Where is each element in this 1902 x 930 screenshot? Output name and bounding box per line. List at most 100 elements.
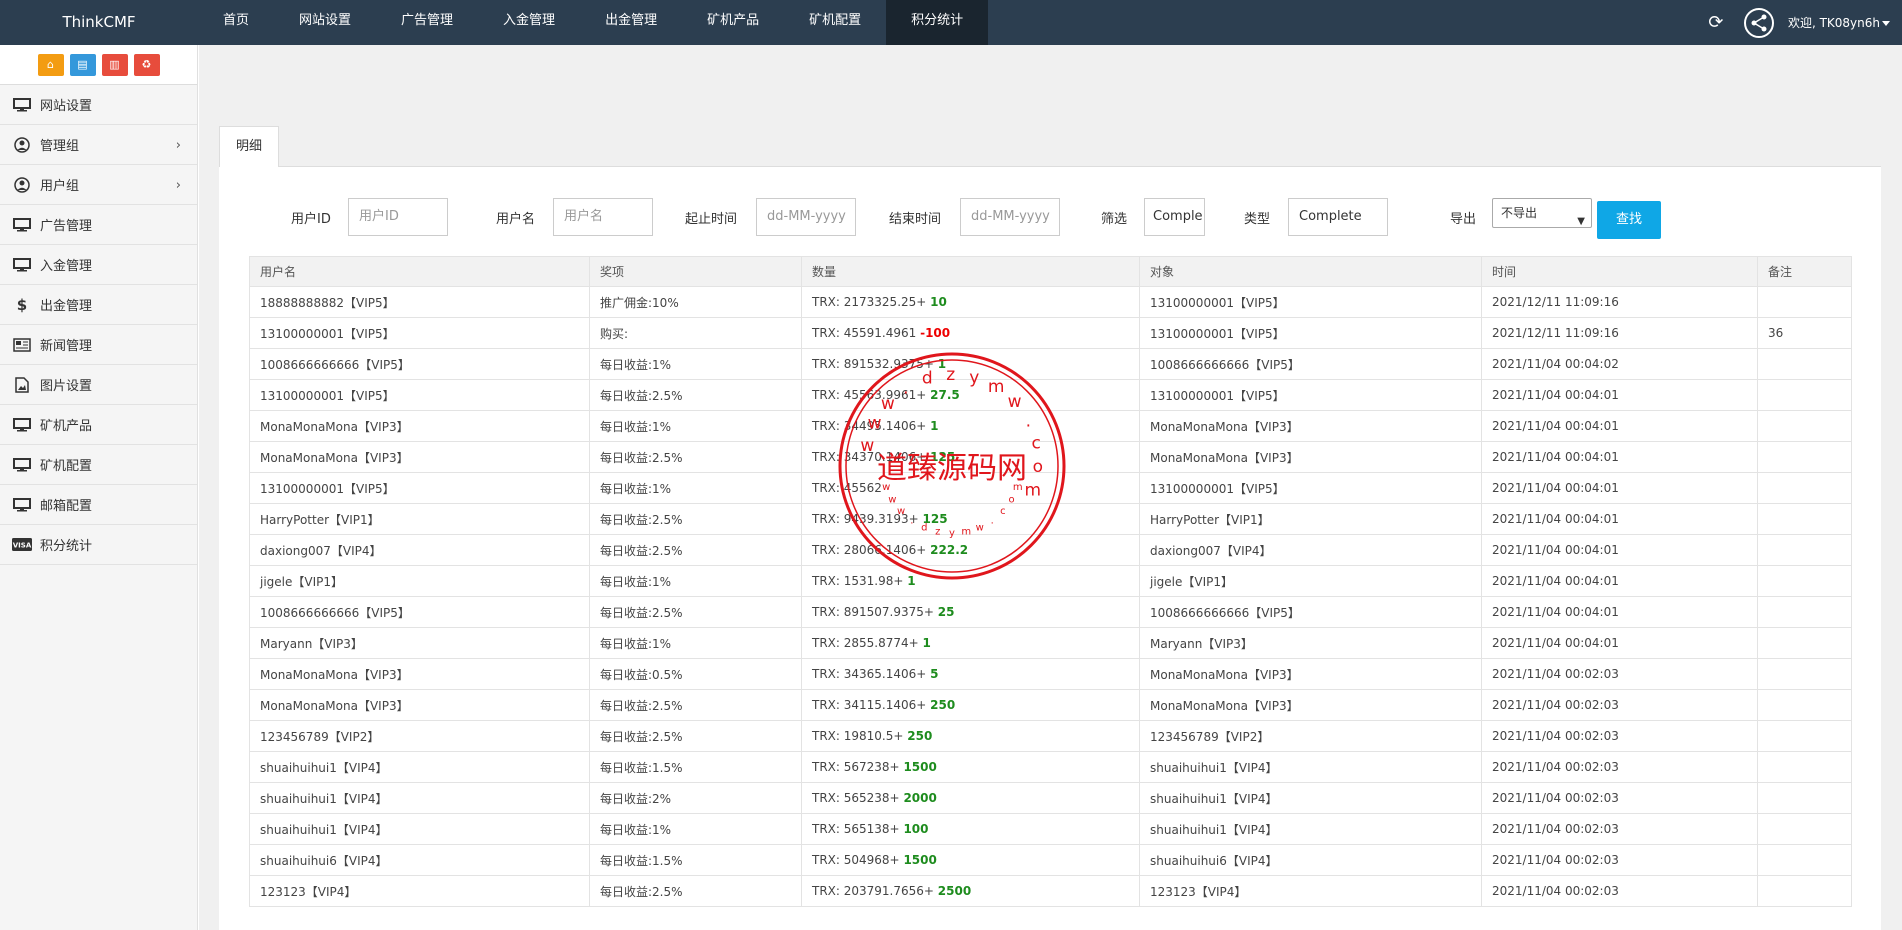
sidebar-item-0[interactable]: 网站设置 (0, 85, 197, 125)
table-row[interactable]: 13100000001【VIP5】 每日收益:1% TRX: 45562 131000… (249, 472, 1852, 504)
cell-user: 13100000001【VIP5】 (249, 379, 590, 411)
cell-target: shuaihuihui1【VIP4】 (1139, 782, 1482, 814)
nav-item-2[interactable]: 广告管理 (376, 0, 478, 45)
export-select[interactable]: 不导出 ▼ (1492, 198, 1592, 228)
nav-item-5[interactable]: 矿机产品 (682, 0, 784, 45)
cell-amount: TRX: 19810.5+ 250 (801, 720, 1140, 752)
sidebar-item-11[interactable]: VISA 积分统计 (0, 525, 197, 565)
table-row[interactable]: jigele【VIP1】 每日收益:1% TRX: 1531.98+ 1 jigele… (249, 565, 1852, 597)
sidebar: ⌂ ▤ ▥ ♻ 网站设置 管理组 › 用户组 › 广告管理入金管理 $ 出金管理 新闻管理图片设… (0, 45, 198, 930)
home-shortcut-button[interactable]: ⌂ (37, 53, 64, 76)
nav-item-6[interactable]: 矿机配置 (784, 0, 886, 45)
type-input[interactable]: Complete (1288, 198, 1388, 236)
user-id-input[interactable]: 用户ID (348, 198, 448, 236)
amount-base: TRX: 2855.8774+ (812, 636, 923, 650)
table-row[interactable]: 1008666666666【VIP5】 每日收益:2.5% TRX: 891507.… (249, 596, 1852, 628)
cell-target: HarryPotter【VIP1】 (1139, 503, 1482, 535)
table-row[interactable]: shuaihuihui1【VIP4】 每日收益:1% TRX: 565138+ 10… (249, 813, 1852, 845)
trash-icon: ▥ (109, 58, 120, 71)
amount-base: TRX: 203791.7656+ (812, 884, 938, 898)
cell-note (1757, 503, 1852, 535)
monitor-icon (12, 257, 32, 273)
avatar[interactable] (1743, 7, 1774, 38)
nav-item-1[interactable]: 网站设置 (274, 0, 376, 45)
cell-note (1757, 813, 1852, 845)
recycle-shortcut-button[interactable]: ♻ (133, 53, 160, 76)
sidebar-item-10[interactable]: 邮箱配置 (0, 485, 197, 525)
nav-item-0[interactable]: 首页 (198, 0, 274, 45)
cell-time: 2021/11/04 00:02:03 (1481, 875, 1758, 907)
filter-label: 筛选 (1101, 212, 1128, 227)
sidebar-menu: 网站设置 管理组 › 用户组 › 广告管理入金管理 $ 出金管理 新闻管理图片设置矿机产品 矿机配… (0, 85, 197, 565)
cell-target: jigele【VIP1】 (1139, 565, 1482, 597)
cell-time: 2021/11/04 00:02:03 (1481, 844, 1758, 876)
cell-award: 每日收益:2% (589, 782, 802, 814)
sidebar-item-3[interactable]: 广告管理 (0, 205, 197, 245)
user-circle-icon (12, 136, 32, 153)
amount-delta: 1 (937, 357, 947, 371)
username-input[interactable]: 用户名 (553, 198, 653, 236)
table-row[interactable]: daxiong007【VIP4】 每日收益:2.5% TRX: 28066.1406… (249, 534, 1852, 566)
table-row[interactable]: 123456789【VIP2】 每日收益:2.5% TRX: 19810.5+ 25… (249, 720, 1852, 752)
user-menu[interactable]: 欢迎, TK08yn6h (1788, 14, 1890, 31)
cell-user: 1008666666666【VIP5】 (249, 596, 590, 628)
cell-award: 每日收益:2.5% (589, 503, 802, 535)
search-button[interactable]: 查找 (1597, 201, 1661, 239)
amount-delta: 1 (922, 636, 931, 650)
sidebar-item-5[interactable]: $ 出金管理 (0, 285, 197, 325)
cell-award: 每日收益:1.5% (589, 751, 802, 783)
table-row[interactable]: 18888888882【VIP5】 推广佣金:10% TRX: 2173325.25… (249, 286, 1852, 318)
cell-time: 2021/11/04 00:04:01 (1481, 627, 1758, 659)
cell-note (1757, 751, 1852, 783)
table-header-cell: 用户名 (249, 256, 590, 287)
cell-target: MonaMonaMona【VIP3】 (1139, 441, 1482, 473)
nav-item-4[interactable]: 出金管理 (580, 0, 682, 45)
cell-amount: TRX: 34370.1406+ 125 (801, 441, 1140, 473)
table-row[interactable]: 1008666666666【VIP5】 每日收益:1% TRX: 891532.93… (249, 348, 1852, 380)
table-row[interactable]: 13100000001【VIP5】 购买: TRX: 45591.4961 -100… (249, 317, 1852, 349)
sidebar-item-1[interactable]: 管理组 › (0, 125, 197, 165)
cell-user: 123456789【VIP2】 (249, 720, 590, 752)
nav-item-3[interactable]: 入金管理 (478, 0, 580, 45)
cell-amount: TRX: 9439.3193+ 125 (801, 503, 1140, 535)
table-row[interactable]: shuaihuihui6【VIP4】 每日收益:1.5% TRX: 504968+ … (249, 844, 1852, 876)
cell-amount: TRX: 34115.1406+ 250 (801, 689, 1140, 721)
amount-delta: 25 (937, 605, 955, 619)
cell-time: 2021/11/04 00:04:01 (1481, 534, 1758, 566)
main-nav: 首页 网站设置 广告管理 入金管理 出金管理 矿机产品 矿机配置 积分统计 (198, 0, 989, 45)
trash-shortcut-button[interactable]: ▥ (101, 53, 128, 76)
sidebar-item-label: 图片设置 (40, 379, 93, 394)
cell-target: shuaihuihui1【VIP4】 (1139, 813, 1482, 845)
nav-item-7[interactable]: 积分统计 (886, 0, 989, 45)
sidebar-item-6[interactable]: 新闻管理 (0, 325, 197, 365)
cell-award: 每日收益:1% (589, 565, 802, 597)
home-icon: ⌂ (47, 58, 54, 71)
sidebar-item-9[interactable]: 矿机配置 (0, 445, 197, 485)
sidebar-item-2[interactable]: 用户组 › (0, 165, 197, 205)
tab-detail[interactable]: 明细 (219, 126, 279, 167)
sidebar-item-label: 广告管理 (40, 219, 93, 234)
cell-target: 123456789【VIP2】 (1139, 720, 1482, 752)
table-row[interactable]: MonaMonaMona【VIP3】 每日收益:2.5% TRX: 34370.14… (249, 441, 1852, 473)
amount-delta: 100 (903, 822, 929, 836)
start-time-input[interactable]: dd-MM-yyyy (756, 198, 856, 236)
refresh-icon[interactable]: ⟳ (1702, 12, 1730, 33)
filter-input[interactable]: Comple (1144, 198, 1205, 236)
brand-logo[interactable]: ThinkCMF (0, 0, 198, 45)
table-row[interactable]: MonaMonaMona【VIP3】 每日收益:0.5% TRX: 34365.14… (249, 658, 1852, 690)
sidebar-item-7[interactable]: 图片设置 (0, 365, 197, 405)
table-row[interactable]: shuaihuihui1【VIP4】 每日收益:1.5% TRX: 567238+ … (249, 751, 1852, 783)
table-row[interactable]: MonaMonaMona【VIP3】 每日收益:2.5% TRX: 34115.14… (249, 689, 1852, 721)
file-shortcut-button[interactable]: ▤ (69, 53, 96, 76)
table-row[interactable]: 13100000001【VIP5】 每日收益:2.5% TRX: 45563.996… (249, 379, 1852, 411)
table-row[interactable]: 123123【VIP4】 每日收益:2.5% TRX: 203791.7656+ 2… (249, 875, 1852, 907)
cell-time: 2021/11/04 00:04:01 (1481, 596, 1758, 628)
table-row[interactable]: Maryann【VIP3】 每日收益:1% TRX: 2855.8774+ 1 Mar… (249, 627, 1852, 659)
sidebar-item-8[interactable]: 矿机产品 (0, 405, 197, 445)
end-time-input[interactable]: dd-MM-yyyy (960, 198, 1060, 236)
table-row[interactable]: MonaMonaMona【VIP3】 每日收益:1% TRX: 34495.1406… (249, 410, 1852, 442)
table-row[interactable]: shuaihuihui1【VIP4】 每日收益:2% TRX: 565238+ 20… (249, 782, 1852, 814)
cell-amount: TRX: 45562 (801, 472, 1140, 504)
table-row[interactable]: HarryPotter【VIP1】 每日收益:2.5% TRX: 9439.3193… (249, 503, 1852, 535)
sidebar-item-4[interactable]: 入金管理 (0, 245, 197, 285)
